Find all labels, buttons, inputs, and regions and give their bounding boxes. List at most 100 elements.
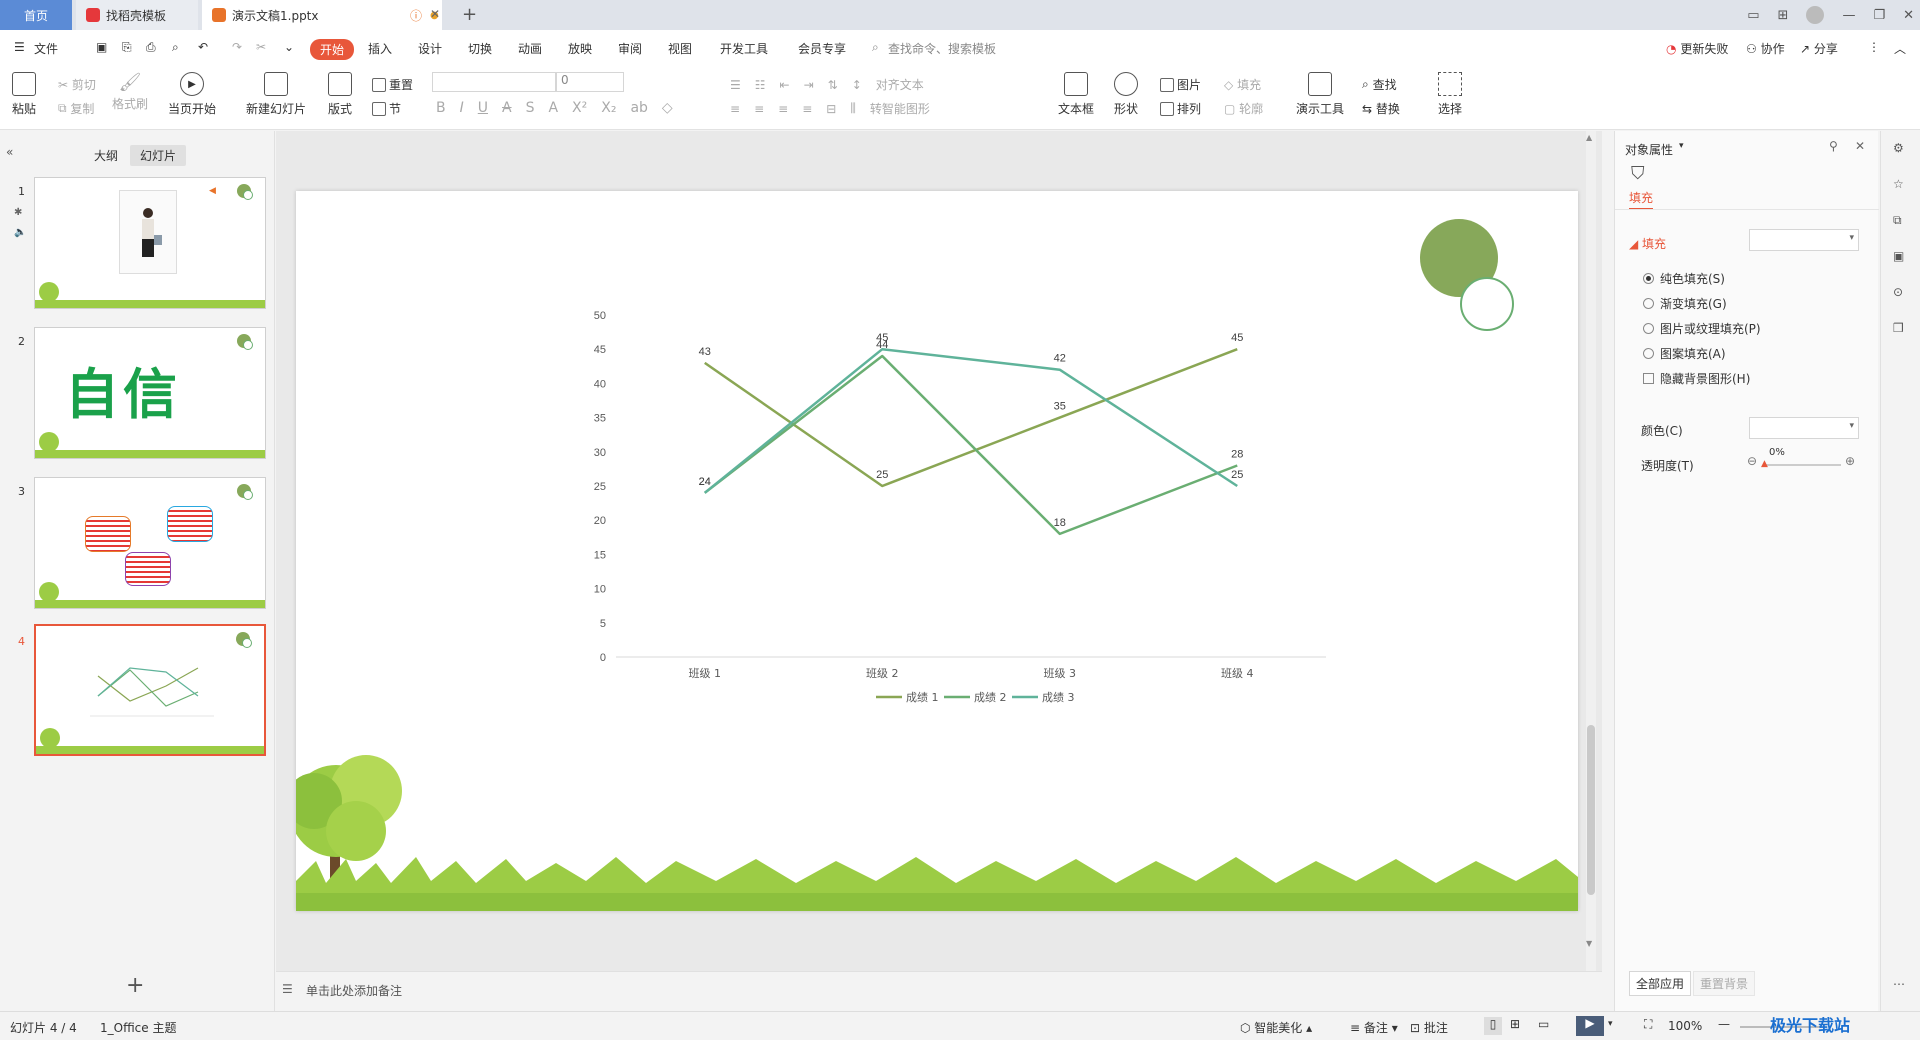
tab-outline[interactable]: 大纲 <box>94 147 118 164</box>
color-select[interactable]: ▾ <box>1749 417 1859 439</box>
close-tab-icon[interactable]: ✕ <box>430 7 440 21</box>
sorter-view-icon[interactable]: ⊞ <box>1510 1017 1520 1031</box>
section-button[interactable]: 节 <box>372 100 401 117</box>
scrollbar-thumb[interactable] <box>1587 725 1595 895</box>
highlight-icon[interactable]: ◇ <box>662 100 673 116</box>
picture-button[interactable]: 图片 <box>1160 76 1201 93</box>
copy-button[interactable]: ⧉ 复制 <box>58 100 94 117</box>
radio-solid[interactable] <box>1643 273 1654 284</box>
tab-slides[interactable]: 幻灯片 <box>130 145 187 166</box>
menu-developer[interactable]: 开发工具 <box>720 40 768 57</box>
menu-animation[interactable]: 动画 <box>518 40 542 57</box>
warning-icon[interactable]: ⓘ <box>410 7 422 24</box>
align-right-icon[interactable]: ≡ <box>778 102 788 116</box>
indent-icon[interactable]: ⇥ <box>804 78 814 92</box>
new-slide-button[interactable]: 新建幻灯片 <box>246 72 306 117</box>
avatar[interactable] <box>1806 6 1825 24</box>
animation-icon[interactable]: ☆ <box>1893 177 1904 191</box>
format-painter-button[interactable]: 🖌 格式刷 <box>112 72 148 112</box>
tab-fill[interactable]: 填充 <box>1629 189 1654 210</box>
panel-title[interactable]: 对象属性 <box>1625 141 1673 158</box>
superscript-icon[interactable]: X² <box>572 100 587 116</box>
fill-section-toggle[interactable]: ◢ 填充 <box>1629 235 1666 252</box>
normal-view-icon[interactable]: ▯ <box>1484 1017 1502 1035</box>
smart-shape-button[interactable]: 转智能图形 <box>870 100 930 117</box>
transparency-slider[interactable] <box>1765 464 1841 466</box>
collaborate-button[interactable]: ⚇ 协作 <box>1746 40 1785 57</box>
slides-icon[interactable]: ⧉ <box>1893 213 1902 228</box>
slide-thumbnail-2[interactable]: 自信 <box>34 327 266 459</box>
from-current-button[interactable]: ▶ 当页开始 <box>168 72 216 117</box>
option-solid-fill[interactable]: 纯色填充(S) <box>1643 270 1725 287</box>
outline-button[interactable]: ▢ 轮廓 <box>1224 100 1263 117</box>
outdent-icon[interactable]: ⇤ <box>780 78 790 92</box>
hamburger-icon[interactable]: ☰ <box>14 40 25 54</box>
present-tools-button[interactable]: 演示工具 <box>1296 72 1344 117</box>
hide-bg-checkbox[interactable] <box>1643 373 1654 384</box>
clear-icon[interactable]: ✂ <box>256 40 266 54</box>
numbering-icon[interactable]: ☷ <box>755 78 766 92</box>
tab-template[interactable]: 找稻壳模板 <box>76 0 198 30</box>
textbox-button[interactable]: 文本框 <box>1058 72 1094 117</box>
slide[interactable]: 0 5 10 15 20 25 30 35 40 45 50 班级 1 班级 2 班级 3 班级 4 43 25… <box>296 191 1578 911</box>
radio-pattern[interactable] <box>1643 348 1654 359</box>
paste-button[interactable]: 粘贴 <box>12 72 36 117</box>
location-icon[interactable]: ⊙ <box>1893 285 1903 299</box>
shadow-icon[interactable]: S <box>526 100 535 116</box>
slide-thumbnail-1[interactable]: ◀ <box>34 177 266 309</box>
more-icon[interactable]: ⋮ <box>1868 40 1880 54</box>
justify-icon[interactable]: ≡ <box>802 102 812 116</box>
strikethrough-icon[interactable]: A <box>502 100 512 116</box>
columns-icon[interactable]: ⫼ <box>850 101 856 116</box>
fill-button[interactable]: ◇ 填充 <box>1224 76 1261 93</box>
tab-document[interactable]: 演示文稿1.pptx ⓘ ● <box>202 0 442 30</box>
minimize-icon[interactable]: — <box>1842 8 1855 23</box>
italic-icon[interactable]: I <box>460 100 464 116</box>
collapse-panel-icon[interactable]: « <box>6 145 13 159</box>
radio-picture[interactable] <box>1643 323 1654 334</box>
decrease-icon[interactable]: ⊖ <box>1747 454 1757 468</box>
reset-bg-button[interactable]: 重置背景 <box>1693 971 1756 996</box>
font-family-select[interactable] <box>432 72 556 92</box>
option-pattern-fill[interactable]: 图案填充(A) <box>1643 345 1726 362</box>
font-size-select[interactable]: 0 <box>556 72 624 92</box>
notes-toggle[interactable]: ≡ 备注 ▾ <box>1350 1019 1398 1036</box>
book-icon[interactable]: ❒ <box>1893 321 1904 335</box>
close-icon[interactable]: ✕ <box>1903 8 1914 23</box>
play-button[interactable]: ▶ <box>1576 1016 1604 1036</box>
tab-home[interactable]: 首页 <box>0 0 72 30</box>
add-slide-icon[interactable]: + <box>126 973 144 998</box>
arrange-button[interactable]: 排列 <box>1160 100 1201 117</box>
picture-icon[interactable]: ▣ <box>1893 249 1904 263</box>
menu-view[interactable]: 视图 <box>668 40 692 57</box>
fill-type-select[interactable]: ▾ <box>1749 229 1859 251</box>
apps-grid-icon[interactable]: ⊞ <box>1778 8 1789 23</box>
cut-button[interactable]: ✂ 剪切 <box>58 76 96 93</box>
reading-view-icon[interactable]: ▭ <box>1538 1017 1549 1031</box>
save-icon[interactable]: ▣ <box>96 40 107 54</box>
properties-icon[interactable]: ⚙ <box>1893 141 1904 155</box>
bullets-icon[interactable]: ☰ <box>730 78 741 92</box>
option-gradient-fill[interactable]: 渐变填充(G) <box>1643 295 1727 312</box>
layout-toggle-icon[interactable]: ▭ <box>1747 8 1759 23</box>
distribute-icon[interactable]: ⊟ <box>826 102 836 116</box>
share-button[interactable]: ↗ 分享 <box>1800 40 1838 57</box>
line-spacing-icon[interactable]: ↕ <box>852 78 862 92</box>
align-center-icon[interactable]: ≡ <box>754 102 764 116</box>
menu-slideshow[interactable]: 放映 <box>568 40 592 57</box>
replace-button[interactable]: ⇆ 替换 <box>1362 100 1400 117</box>
undo-icon[interactable]: ↶ <box>198 40 208 54</box>
comments-toggle[interactable]: ⊡ 批注 <box>1410 1019 1448 1036</box>
pin-icon[interactable]: ⚲ <box>1829 139 1838 153</box>
font-color-icon[interactable]: A <box>548 100 558 116</box>
preview-icon[interactable]: ⌕ <box>172 40 179 55</box>
redo-icon[interactable]: ↷ <box>232 40 242 54</box>
export-icon[interactable]: ⎘ <box>122 40 132 55</box>
new-tab-icon[interactable]: + <box>462 4 477 25</box>
menu-insert[interactable]: 插入 <box>368 40 392 57</box>
vertical-scrollbar[interactable]: ▲ ▼ <box>1586 131 1596 971</box>
increase-icon[interactable]: ⊕ <box>1845 454 1855 468</box>
select-button[interactable]: 选择 <box>1438 72 1462 117</box>
line-chart[interactable]: 0 5 10 15 20 25 30 35 40 45 50 班级 1 班级 2 班级 3 班级 4 43 25… <box>586 301 1366 721</box>
slide-thumbnail-4[interactable] <box>34 624 266 756</box>
